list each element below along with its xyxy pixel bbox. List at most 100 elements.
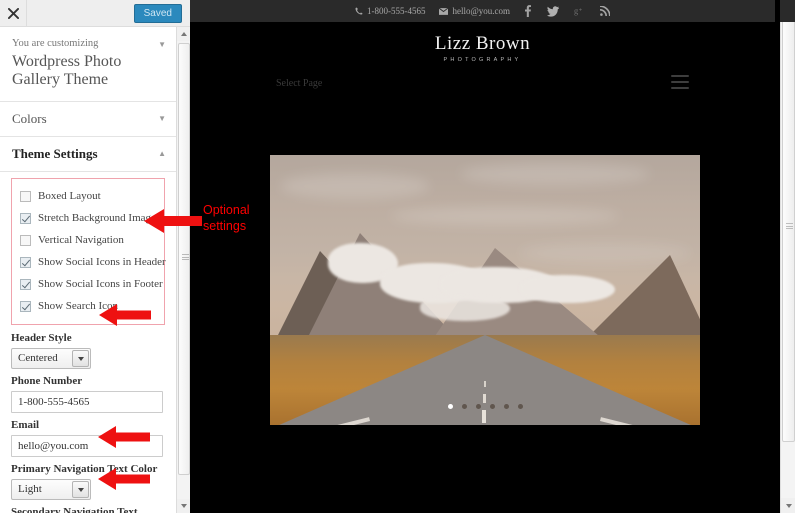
- scrollbar-grip-icon: [786, 223, 793, 231]
- checkbox-row-vertical-navigation[interactable]: Vertical Navigation: [20, 229, 156, 251]
- chevron-up-icon: ▲: [158, 149, 166, 158]
- chevron-down-icon: [181, 504, 187, 508]
- twitter-icon[interactable]: [547, 5, 560, 17]
- phone-icon: [355, 7, 363, 15]
- chevron-down-icon: [785, 503, 792, 508]
- chevron-down-icon: [72, 350, 89, 367]
- checkbox-vertical-navigation[interactable]: [20, 234, 31, 246]
- hamburger-icon[interactable]: [671, 75, 689, 93]
- googleplus-icon[interactable]: g +: [574, 6, 585, 16]
- phone-number-input[interactable]: [11, 391, 163, 413]
- slider-dot-5[interactable]: [503, 404, 509, 409]
- preview-scrollbar-top-cover: [780, 0, 795, 22]
- checkbox-label-vertical-navigation: Vertical Navigation: [38, 234, 124, 246]
- panel-title-block: You are customizing Wordpress Photo Gall…: [0, 27, 176, 102]
- customizer-screen: 1-800-555-4565 hello@you.com g + Lizz Br…: [0, 0, 795, 513]
- site-topbar: 1-800-555-4565 hello@you.com g +: [190, 0, 775, 22]
- svg-text:g: g: [574, 6, 578, 15]
- hero-slider[interactable]: [270, 155, 700, 425]
- chevron-down-icon[interactable]: ▼: [158, 41, 166, 49]
- label-secondary-navigation-text-color: Secondary Navigation Text Color: [11, 506, 138, 513]
- label-email: Email: [11, 419, 40, 431]
- hero-road: [270, 335, 700, 425]
- checkbox-row-show-social-icons-in-footer[interactable]: Show Social Icons in Footer: [20, 273, 163, 295]
- checkbox-boxed-layout[interactable]: [20, 190, 31, 202]
- site-logo[interactable]: Lizz Brown PHOTOGRAPHY: [190, 33, 775, 63]
- topbar-email-text: hello@you.com: [452, 6, 511, 16]
- email-input[interactable]: [11, 435, 163, 457]
- site-header: Lizz Brown PHOTOGRAPHY Select Page: [190, 22, 775, 100]
- slider-dot-2[interactable]: [461, 404, 467, 409]
- customizer-scrollbar[interactable]: [176, 27, 190, 513]
- checkbox-label-show-social-icons-in-footer: Show Social Icons in Footer: [38, 278, 163, 290]
- preview-scrollbar[interactable]: [780, 0, 795, 513]
- snowcap: [420, 295, 510, 321]
- checkbox-label-show-social-icons-in-header: Show Social Icons in Header: [38, 256, 166, 268]
- customizer-sidebar: Saved You are customizing Wordpress Phot…: [0, 0, 190, 513]
- site-preview: 1-800-555-4565 hello@you.com g + Lizz Br…: [190, 0, 795, 513]
- checkbox-label-show-search-icon: Show Search Icon: [38, 300, 119, 312]
- preview-scrollbar-thumb[interactable]: [782, 17, 795, 442]
- checkbox-label-stretch-background-image: Stretch Background Image: [38, 212, 156, 224]
- logo-name: Lizz Brown: [434, 33, 531, 54]
- checkbox-show-social-icons-in-header[interactable]: [20, 256, 31, 268]
- chevron-down-icon: [72, 481, 89, 498]
- road-dash: [483, 381, 486, 387]
- facebook-icon[interactable]: [524, 5, 532, 17]
- customizer-scroll-up-button[interactable]: [177, 27, 190, 41]
- cloud: [390, 207, 620, 225]
- theme-settings-form: Boxed Layout Stretch Background Image Ve…: [0, 172, 176, 513]
- checkbox-row-boxed-layout[interactable]: Boxed Layout: [20, 185, 156, 207]
- checkbox-row-stretch-background-image[interactable]: Stretch Background Image: [20, 207, 156, 229]
- scrollbar-grip-icon: [182, 254, 189, 261]
- envelope-icon: [439, 7, 449, 15]
- road-dash: [483, 394, 486, 403]
- section-theme-settings[interactable]: Theme Settings ▲: [0, 137, 176, 172]
- section-theme-settings-label: Theme Settings: [12, 146, 98, 161]
- snowcap: [520, 275, 615, 303]
- section-colors-label: Colors: [12, 111, 47, 126]
- section-colors[interactable]: Colors ▼: [0, 102, 176, 137]
- cloud: [460, 163, 650, 185]
- slider-dots[interactable]: [270, 404, 700, 409]
- cloud: [280, 173, 430, 199]
- road-dash: [482, 410, 486, 423]
- select-primary-navigation-text-color[interactable]: Light: [11, 479, 91, 500]
- hamburger-bar: [671, 81, 689, 83]
- close-icon[interactable]: [0, 0, 27, 26]
- topbar-phone-text: 1-800-555-4565: [366, 6, 426, 16]
- select-header-style-value: Centered: [18, 352, 58, 364]
- customizer-scrollbar-thumb[interactable]: [178, 43, 190, 475]
- svg-text:+: +: [579, 7, 582, 13]
- customizer-header: Saved: [0, 0, 190, 27]
- hamburger-bar: [671, 87, 689, 89]
- label-header-style: Header Style: [11, 332, 72, 344]
- slider-dot-1[interactable]: [447, 404, 453, 409]
- customizer-scroll-area: You are customizing Wordpress Photo Gall…: [0, 27, 176, 513]
- checkbox-show-search-icon[interactable]: [20, 300, 31, 312]
- rss-icon[interactable]: [600, 6, 611, 16]
- preview-scroll-down-button[interactable]: [781, 498, 795, 513]
- topbar-email[interactable]: hello@you.com: [439, 6, 510, 16]
- select-primary-navigation-text-color-value: Light: [18, 483, 42, 495]
- panel-theme-name: Wordpress Photo Gallery Theme: [12, 53, 122, 88]
- slider-dot-4[interactable]: [489, 404, 495, 409]
- select-page-link[interactable]: Select Page: [276, 78, 322, 89]
- label-phone-number: Phone Number: [11, 375, 83, 387]
- checkbox-stretch-background-image[interactable]: [20, 212, 31, 224]
- slider-dot-3[interactable]: [475, 404, 481, 409]
- checkbox-row-show-social-icons-in-header[interactable]: Show Social Icons in Header: [20, 251, 166, 273]
- customizer-body: You are customizing Wordpress Photo Gall…: [0, 27, 190, 513]
- slider-dot-6[interactable]: [517, 404, 523, 409]
- save-button[interactable]: Saved: [133, 4, 182, 23]
- checkbox-row-show-search-icon[interactable]: Show Search Icon: [20, 295, 156, 317]
- checkbox-label-boxed-layout: Boxed Layout: [38, 190, 101, 202]
- topbar-phone[interactable]: 1-800-555-4565: [355, 6, 426, 16]
- customizer-scroll-down-button[interactable]: [177, 499, 190, 513]
- select-header-style[interactable]: Centered: [11, 348, 91, 369]
- optional-settings-group: Boxed Layout Stretch Background Image Ve…: [11, 178, 166, 325]
- chevron-up-icon: [181, 32, 187, 36]
- label-primary-navigation-text-color: Primary Navigation Text Color: [11, 463, 158, 475]
- checkbox-show-social-icons-in-footer[interactable]: [20, 278, 31, 290]
- hamburger-bar: [671, 75, 689, 77]
